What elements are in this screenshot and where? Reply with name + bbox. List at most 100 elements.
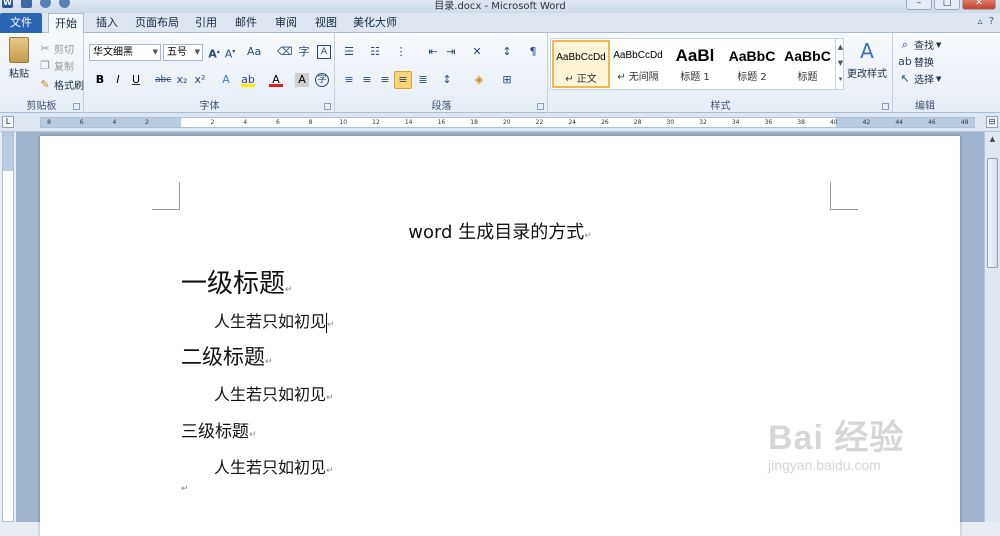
- font-name-combo[interactable]: 华文细黑 ▼: [89, 44, 161, 61]
- ruler-tick-label: 2: [145, 119, 150, 126]
- find-button[interactable]: ⌕ 查找 ▼: [898, 37, 942, 53]
- subscript-button[interactable]: x₂: [175, 73, 189, 87]
- distributed-button[interactable]: ≣: [416, 73, 430, 87]
- styles-gallery-scroller[interactable]: ▲ ▼ ▾: [835, 39, 845, 89]
- maximize-button[interactable]: □: [934, 0, 960, 10]
- multilevel-list-button[interactable]: ⋮: [394, 45, 408, 59]
- horizontal-ruler[interactable]: 8 6 4 2 2 4 6 8 10 12 14 16 18 20 22 24 26 28 30 32 34 36 38 40…: [40, 117, 975, 128]
- grow-font-button[interactable]: A▴: [207, 45, 221, 61]
- clear-format-button[interactable]: ⌫: [277, 45, 293, 59]
- ruler-tick-label: 4: [243, 119, 248, 126]
- scroll-up-arrow-icon[interactable]: ▲: [986, 135, 999, 149]
- tab-view[interactable]: 视图: [310, 13, 342, 33]
- align-right-button[interactable]: ≡: [378, 73, 392, 87]
- cut-button[interactable]: ✂ 剪切: [38, 41, 74, 57]
- paragraph-group: ☰ ☷ ⋮ ⇤ ⇥ ✕ ↕ ¶ ≡ ≡ ≡ ≡ ≣ ↕ ◈ ⊞ 段落: [336, 33, 548, 113]
- ruler-tick-label: 20: [502, 119, 511, 126]
- line-spacing-icon: ↕: [442, 73, 452, 86]
- decrease-indent-button[interactable]: ⇤: [426, 45, 440, 59]
- char-border-button[interactable]: A: [317, 45, 331, 59]
- tab-selector[interactable]: L: [2, 116, 14, 128]
- chevron-down-icon: ▼: [936, 40, 942, 49]
- change-styles-button[interactable]: A 更改样式: [845, 39, 889, 80]
- tab-mailings[interactable]: 邮件: [230, 13, 262, 33]
- line-spacing-button[interactable]: ↕: [440, 73, 454, 87]
- bold-button[interactable]: B: [93, 73, 107, 87]
- select-button[interactable]: ↖ 选择 ▼: [898, 71, 942, 87]
- body-paragraph-1[interactable]: 人生若只如初见↵: [214, 308, 335, 333]
- clipboard-dialog-launcher[interactable]: [73, 103, 80, 110]
- sort-button[interactable]: ↕: [500, 45, 514, 59]
- phonetic-guide-button[interactable]: 字: [297, 45, 311, 59]
- format-painter-button[interactable]: ✎ 格式刷: [38, 77, 84, 93]
- body-paragraph-2[interactable]: 人生若只如初见↵: [214, 381, 334, 405]
- align-center-button[interactable]: ≡: [360, 73, 374, 87]
- ruler-tick-label: 4: [112, 119, 117, 126]
- highlight-button[interactable]: ab: [241, 73, 255, 87]
- italic-button[interactable]: I: [111, 73, 125, 87]
- heading-level-1[interactable]: 一级标题↵: [181, 263, 293, 300]
- scrollbar-thumb[interactable]: [987, 158, 998, 268]
- ruler-tick-label: 30: [666, 119, 675, 126]
- char-border-icon: A: [317, 45, 331, 59]
- tab-file[interactable]: 文件: [0, 13, 42, 33]
- numbering-button[interactable]: ☷: [368, 45, 382, 59]
- justify-button[interactable]: ≡: [394, 71, 412, 89]
- style-heading1[interactable]: AaBl 标题 1: [666, 40, 724, 88]
- underline-button[interactable]: U: [129, 73, 143, 87]
- align-left-button[interactable]: ≡: [342, 73, 356, 87]
- superscript-button[interactable]: x²: [193, 73, 207, 87]
- shrink-font-button[interactable]: A▾: [223, 45, 237, 61]
- increase-indent-button[interactable]: ⇥: [444, 45, 458, 59]
- help-icon[interactable]: ?: [989, 16, 994, 27]
- styles-dialog-launcher[interactable]: [882, 103, 889, 110]
- style-title[interactable]: AaBbC 标题: [780, 40, 835, 88]
- text-effects-button[interactable]: A: [219, 73, 233, 87]
- view-ruler-toggle[interactable]: ⊟: [986, 116, 998, 128]
- tab-review[interactable]: 审阅: [270, 13, 302, 33]
- borders-button[interactable]: ⊞: [500, 73, 514, 87]
- char-shading-button[interactable]: A: [295, 73, 309, 87]
- binoculars-icon: ⌕: [901, 37, 909, 51]
- minimize-ribbon-icon[interactable]: ▵: [978, 16, 983, 27]
- paste-button[interactable]: 粘贴: [6, 37, 32, 80]
- chinese-layout-button[interactable]: ✕: [470, 45, 484, 59]
- copy-button[interactable]: ❐ 复制: [38, 58, 74, 74]
- shading-button[interactable]: ◈: [472, 73, 486, 87]
- document-title[interactable]: word 生成目录的方式↵: [40, 218, 960, 244]
- replace-button[interactable]: ab 替换: [898, 54, 934, 70]
- body-paragraph-3[interactable]: 人生若只如初见↵: [214, 454, 334, 478]
- chevron-down-icon: ▼: [194, 48, 200, 56]
- tab-references[interactable]: 引用: [190, 13, 222, 33]
- font-color-button[interactable]: A: [269, 73, 283, 87]
- style-heading2[interactable]: AaBbC 标题 2: [723, 40, 781, 88]
- heading-level-2[interactable]: 二级标题↵: [181, 341, 273, 371]
- minimize-button[interactable]: –: [906, 0, 932, 10]
- style-no-spacing[interactable]: AaBbCcDd ↵ 无间隔: [609, 40, 667, 88]
- style-normal[interactable]: AaBbCcDd ↵ 正文: [552, 40, 610, 88]
- bullets-button[interactable]: ☰: [342, 45, 356, 59]
- empty-paragraph[interactable]: ↵: [181, 484, 189, 494]
- tab-beautify[interactable]: 美化大师: [350, 13, 400, 33]
- show-marks-button[interactable]: ¶: [526, 45, 540, 59]
- vertical-scrollbar[interactable]: ▲: [984, 132, 1000, 522]
- crop-mark-top-left: [152, 182, 180, 210]
- font-dialog-launcher[interactable]: [324, 103, 331, 110]
- close-button[interactable]: ✕: [962, 0, 996, 10]
- document-page[interactable]: word 生成目录的方式↵ 一级标题↵ 人生若只如初见↵ 二级标题↵ 人生若只如…: [40, 136, 960, 536]
- strikethrough-button[interactable]: abc: [155, 73, 171, 87]
- vertical-ruler[interactable]: [2, 132, 14, 522]
- chevron-down-icon: ▼: [936, 74, 942, 83]
- ruler-tick-label: 26: [601, 119, 609, 126]
- styles-group-label: 样式: [710, 101, 731, 112]
- heading-level-3[interactable]: 三级标题↵: [181, 417, 257, 442]
- tab-layout[interactable]: 页面布局: [132, 13, 182, 33]
- ruler-tick-label: 10: [339, 119, 348, 126]
- font-size-combo[interactable]: 五号 ▼: [163, 44, 203, 61]
- tab-home[interactable]: 开始: [48, 13, 84, 34]
- enclose-char-button[interactable]: 字: [315, 73, 329, 87]
- clear-format-icon: ⌫: [277, 45, 293, 58]
- tab-insert[interactable]: 插入: [90, 13, 124, 33]
- paragraph-dialog-launcher[interactable]: [537, 103, 544, 110]
- change-case-button[interactable]: Aa: [247, 45, 261, 59]
